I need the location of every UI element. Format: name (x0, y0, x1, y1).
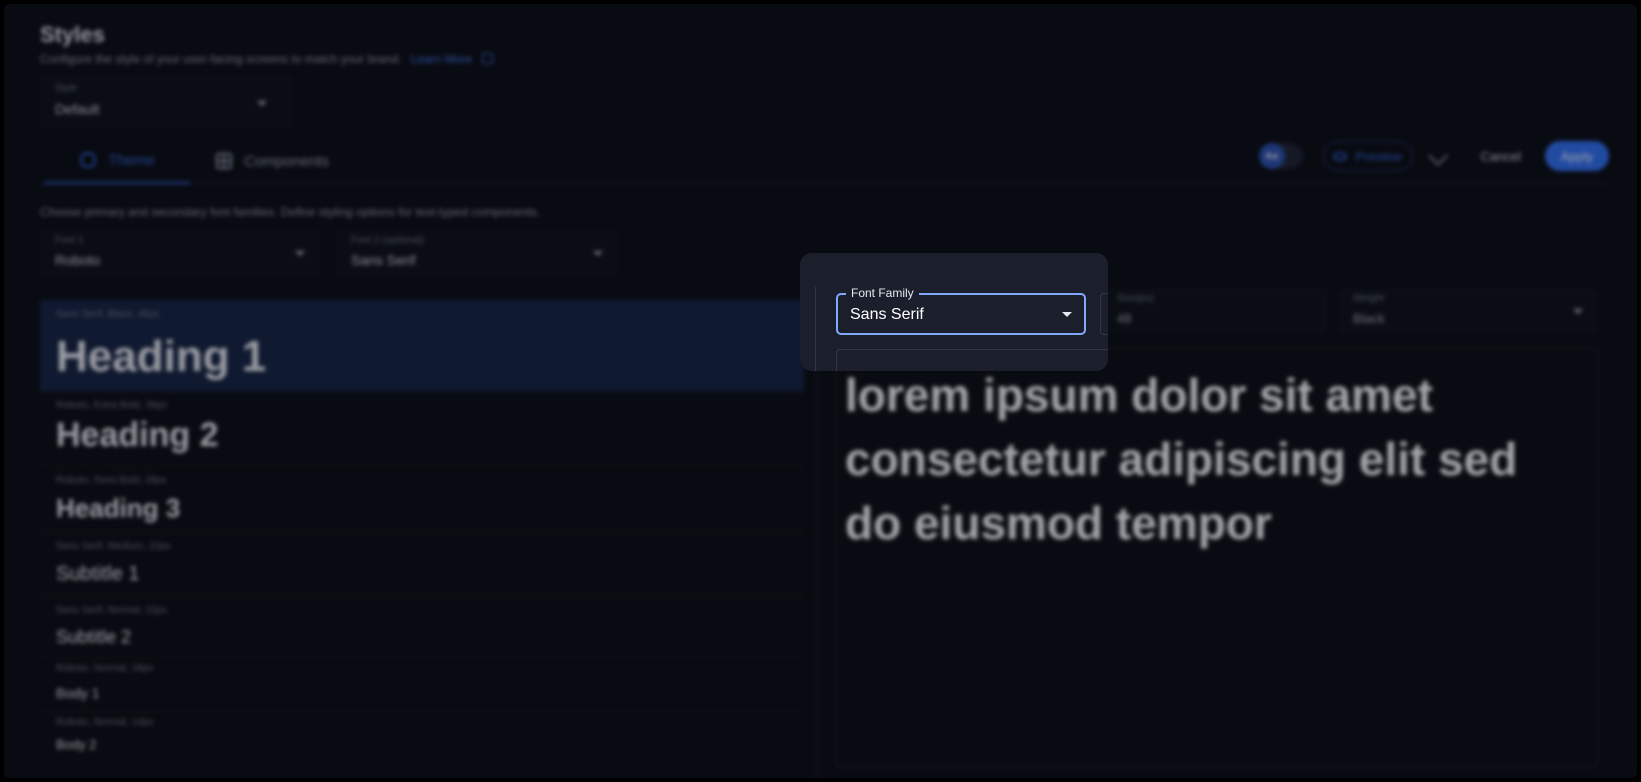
app-window: Styles Configure the style of your user-… (4, 4, 1637, 778)
preview-area-edge (836, 349, 1108, 371)
font-family-label: Font Family (846, 286, 919, 300)
chevron-down-icon (1062, 312, 1072, 317)
font-family-value: Sans Serif (850, 306, 924, 323)
popover-divider (815, 287, 816, 371)
size-field-edge (1100, 293, 1108, 335)
dim-overlay (4, 4, 1637, 778)
font-family-select[interactable]: Font Family Sans Serif (836, 286, 1086, 335)
font-family-popover: Font Family Sans Serif (800, 253, 1108, 371)
